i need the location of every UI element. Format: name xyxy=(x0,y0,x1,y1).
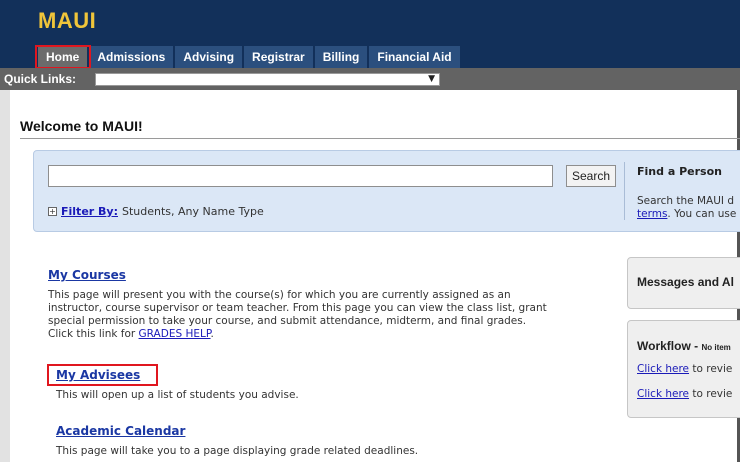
tab-home[interactable]: Home xyxy=(38,46,88,68)
find-person-title: Find a Person xyxy=(637,165,722,178)
academic-calendar-link[interactable]: Academic Calendar xyxy=(56,424,185,438)
expand-plus-icon[interactable]: + xyxy=(48,207,57,216)
academic-calendar-desc: This page will take you to a page displa… xyxy=(56,445,419,457)
dropdown-arrow-icon[interactable]: ▼ xyxy=(428,74,435,85)
filter-value: Students, Any Name Type xyxy=(121,205,264,218)
workflow-title: Workflow - No item xyxy=(637,339,731,353)
quick-links-select[interactable]: ▼ xyxy=(95,73,440,86)
search-panel xyxy=(33,150,740,232)
workflow-subtitle: No item xyxy=(701,343,731,352)
title-divider xyxy=(20,138,740,139)
search-input[interactable] xyxy=(48,165,553,187)
tab-financial-aid[interactable]: Financial Aid xyxy=(369,46,460,68)
left-rail xyxy=(0,90,10,462)
search-panel-divider xyxy=(624,162,625,220)
find-person-desc-2: terms. You can use xyxy=(637,208,737,220)
filter-by-link[interactable]: Filter By: xyxy=(61,205,118,218)
my-courses-desc: This page will present you with the cour… xyxy=(48,289,547,340)
workflow-click-here-link-2[interactable]: Click here xyxy=(637,388,689,400)
tab-admissions[interactable]: Admissions xyxy=(89,46,174,68)
page-title: Welcome to MAUI! xyxy=(20,118,143,134)
tab-advising[interactable]: Advising xyxy=(175,46,243,68)
workflow-line-1: Click here to revie xyxy=(637,363,733,375)
my-courses-link[interactable]: My Courses xyxy=(48,268,126,282)
search-terms-link[interactable]: terms xyxy=(637,208,667,220)
quick-links-label: Quick Links: xyxy=(4,72,77,86)
find-person-desc: Search the MAUI d xyxy=(637,195,735,207)
search-button[interactable]: Search xyxy=(566,165,616,187)
tab-registrar[interactable]: Registrar xyxy=(244,46,313,68)
workflow-click-here-link-1[interactable]: Click here xyxy=(637,363,689,375)
filter-row: + Filter By: Students, Any Name Type xyxy=(48,205,264,218)
tab-billing[interactable]: Billing xyxy=(314,46,368,68)
my-advisees-desc: This will open up a list of students you… xyxy=(56,389,299,401)
messages-title: Messages and Al xyxy=(637,275,734,289)
my-advisees-link[interactable]: My Advisees xyxy=(56,368,140,382)
main-nav: Home Admissions Advising Registrar Billi… xyxy=(38,46,460,68)
app-logo[interactable]: MAUI xyxy=(38,8,96,34)
workflow-line-2: Click here to revie xyxy=(637,388,733,400)
grades-help-link[interactable]: GRADES HELP xyxy=(139,328,211,340)
quick-links-bar: Quick Links: ▼ xyxy=(0,68,740,90)
